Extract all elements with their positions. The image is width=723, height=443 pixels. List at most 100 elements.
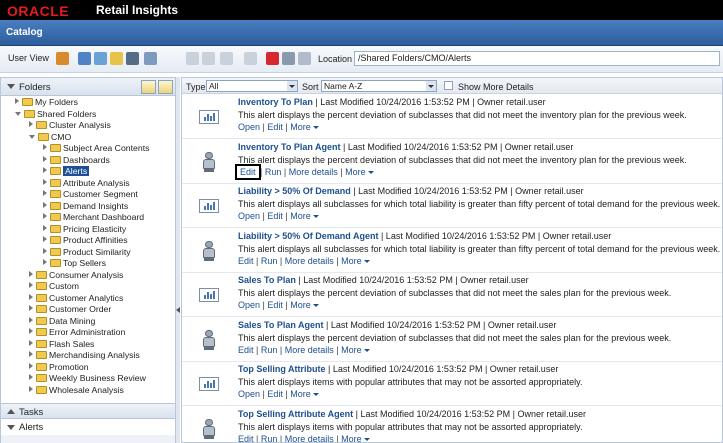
expand-icon[interactable]	[29, 270, 33, 277]
report-icon[interactable]	[198, 196, 220, 216]
tree-item[interactable]: Demand Insights	[43, 201, 128, 212]
tree-item[interactable]: Attribute Analysis	[43, 178, 130, 189]
tree-item[interactable]: Custom	[29, 281, 79, 292]
action-more-details-link[interactable]: More details	[285, 345, 334, 355]
item-name-link[interactable]: Sales To Plan	[238, 275, 296, 285]
tree-item[interactable]: Merchant Dashboard	[43, 212, 144, 223]
collapse-icon[interactable]	[15, 111, 21, 116]
open-icon[interactable]	[78, 52, 91, 65]
action-more-link[interactable]: More	[345, 167, 366, 177]
expand-icon[interactable]	[43, 247, 47, 254]
tree-item[interactable]: Customer Order	[29, 304, 111, 315]
collapse-arrow-icon[interactable]	[176, 307, 180, 313]
tree-item[interactable]: Customer Analytics	[29, 293, 123, 304]
action-run-link[interactable]: Run	[265, 167, 282, 177]
tree-item[interactable]: Top Sellers	[43, 258, 106, 269]
item-name-link[interactable]: Sales To Plan Agent	[238, 320, 324, 330]
permissions-icon[interactable]	[244, 52, 257, 65]
tree-item[interactable]: Weekly Business Review	[29, 373, 146, 384]
print-icon[interactable]	[220, 52, 233, 65]
expand-icon[interactable]	[43, 155, 47, 162]
item-name-link[interactable]: Top Selling Attribute	[238, 364, 326, 374]
expand-icon[interactable]	[29, 282, 33, 288]
expand-icon[interactable]	[29, 305, 33, 311]
folder-icon[interactable]	[110, 52, 123, 65]
action-more-link[interactable]: More	[341, 434, 362, 443]
action-more-link[interactable]: More	[341, 256, 362, 266]
action-edit-link[interactable]: Edit	[267, 211, 283, 221]
agent-icon[interactable]	[198, 329, 220, 350]
item-name-link[interactable]: Liability > 50% Of Demand	[238, 186, 351, 196]
expand-icon[interactable]	[43, 236, 47, 242]
tree-view-icon[interactable]	[141, 80, 156, 94]
expand-icon[interactable]	[29, 328, 33, 334]
tree-item[interactable]: Merchandising Analysis	[29, 350, 140, 361]
expand-icon[interactable]	[43, 201, 47, 208]
item-name-link[interactable]: Top Selling Attribute Agent	[238, 409, 353, 419]
report-icon[interactable]	[198, 374, 220, 394]
action-more-details-link[interactable]: More details	[285, 434, 334, 443]
tree-item[interactable]: Consumer Analysis	[29, 270, 123, 281]
folders-header[interactable]: Folders	[1, 78, 175, 96]
upload-icon[interactable]	[94, 52, 107, 65]
expand-icon[interactable]	[29, 385, 33, 392]
search-icon[interactable]	[126, 52, 139, 65]
expand-icon[interactable]	[29, 351, 33, 357]
report-icon[interactable]	[198, 285, 220, 305]
expand-icon[interactable]	[43, 213, 47, 219]
tree-item[interactable]: Product Similarity	[43, 247, 131, 258]
tree-item[interactable]: Alerts	[43, 166, 90, 177]
action-edit-link[interactable]: Edit	[267, 389, 283, 399]
tree-item[interactable]: My Folders	[15, 97, 78, 108]
action-edit-link[interactable]: Edit	[267, 300, 283, 310]
edit-icon[interactable]	[186, 52, 199, 65]
expand-icon[interactable]	[29, 339, 33, 346]
show-more-checkbox[interactable]	[444, 81, 453, 90]
action-edit-link[interactable]: Edit	[238, 256, 254, 266]
copy-icon[interactable]	[282, 52, 295, 65]
expand-icon[interactable]	[43, 167, 47, 173]
expand-icon[interactable]	[43, 144, 47, 150]
tree-item[interactable]: Subject Area Contents	[43, 143, 149, 154]
expand-icon[interactable]	[43, 190, 47, 196]
copy-link-icon[interactable]	[202, 52, 215, 65]
sort-select[interactable]: Name A-Z	[321, 80, 437, 92]
tree-item[interactable]: Promotion	[29, 362, 89, 373]
action-open-link[interactable]: Open	[238, 211, 260, 221]
item-name-link[interactable]: Liability > 50% Of Demand Agent	[238, 231, 378, 241]
delete-icon[interactable]	[266, 52, 279, 65]
action-more-link[interactable]: More	[290, 211, 311, 221]
expand-icon[interactable]	[15, 98, 19, 104]
action-run-link[interactable]: Run	[261, 256, 278, 266]
action-edit-link[interactable]: Edit	[235, 163, 261, 180]
expand-icon[interactable]	[43, 259, 47, 265]
tree-item[interactable]: Customer Segment	[43, 189, 138, 200]
alerts-header[interactable]: Alerts	[1, 420, 175, 434]
action-run-link[interactable]: Run	[261, 345, 278, 355]
action-more-link[interactable]: More	[290, 389, 311, 399]
expand-icon[interactable]	[7, 409, 15, 414]
action-open-link[interactable]: Open	[238, 389, 260, 399]
action-open-link[interactable]: Open	[238, 300, 260, 310]
report-icon[interactable]	[198, 107, 220, 127]
tree-item[interactable]: Error Administration	[29, 327, 125, 338]
agent-icon[interactable]	[198, 151, 220, 172]
action-edit-link[interactable]: Edit	[267, 122, 283, 132]
item-name-link[interactable]: Inventory To Plan	[238, 97, 313, 107]
expand-icon[interactable]	[43, 178, 47, 185]
collapse-icon[interactable]	[7, 84, 15, 89]
tree-item[interactable]: Shared Folders	[15, 109, 96, 120]
tree-item[interactable]: Wholesale Analysis	[29, 385, 124, 396]
expand-icon[interactable]	[29, 121, 33, 127]
action-more-link[interactable]: More	[290, 300, 311, 310]
paste-icon[interactable]	[298, 52, 311, 65]
expand-icon[interactable]	[29, 362, 33, 369]
action-edit-link[interactable]: Edit	[238, 345, 254, 355]
tree-item[interactable]: Cluster Analysis	[29, 120, 111, 131]
type-select[interactable]: All	[206, 80, 298, 92]
tree-item[interactable]: Data Mining	[29, 316, 95, 327]
folder-view-icon[interactable]	[158, 80, 173, 94]
tasks-header[interactable]: Tasks	[1, 403, 175, 419]
action-more-link[interactable]: More	[341, 345, 362, 355]
collapse-icon[interactable]	[29, 134, 35, 139]
